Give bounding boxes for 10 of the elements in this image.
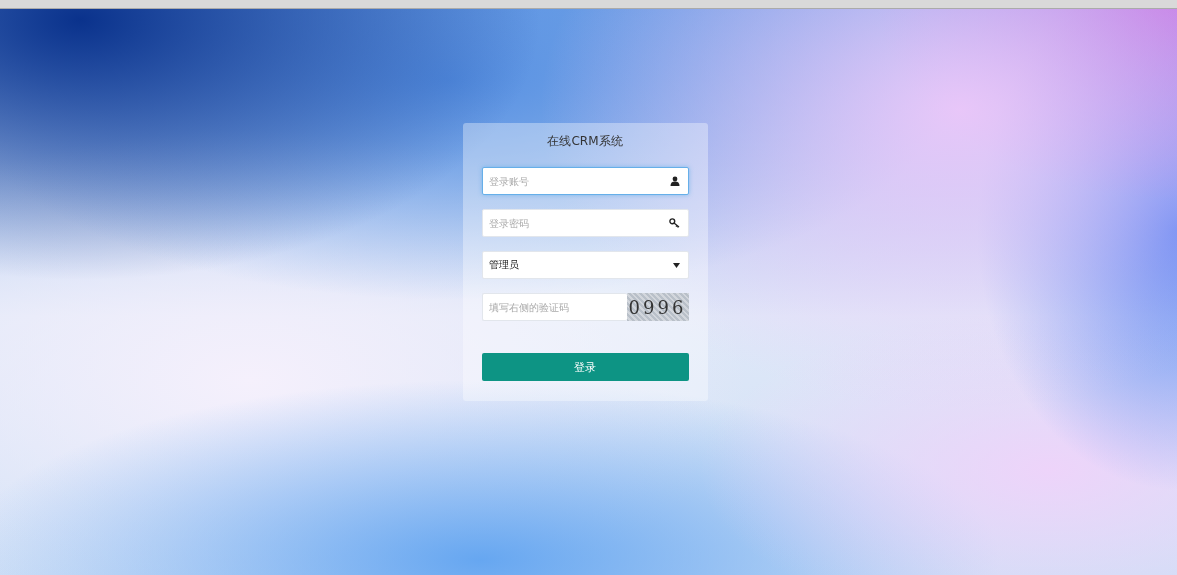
password-field[interactable]: 登录密码 — [481, 209, 689, 237]
user-icon — [669, 176, 680, 186]
captcha-field[interactable]: 填写右侧的验证码 — [481, 293, 627, 321]
key-icon — [668, 218, 680, 228]
role-select[interactable]: 管理员 — [481, 251, 689, 279]
login-button[interactable]: 登录 — [481, 353, 689, 381]
account-field[interactable]: 登录账号 — [481, 167, 689, 195]
captcha-image[interactable]: 0996 — [626, 293, 689, 321]
login-title: 在线CRM系统 — [547, 133, 623, 150]
caret-icon — [672, 262, 680, 268]
